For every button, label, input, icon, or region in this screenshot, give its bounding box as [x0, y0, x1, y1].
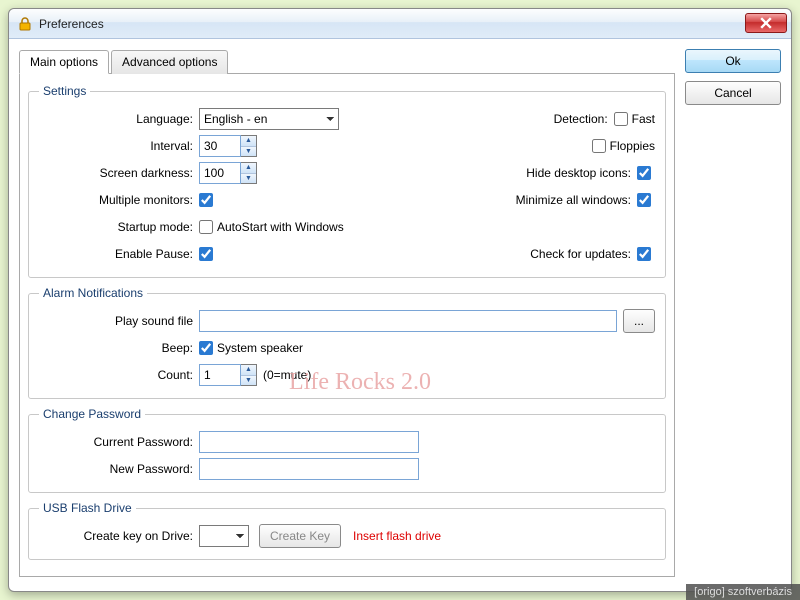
count-hint: (0=mute) [263, 368, 311, 382]
pause-checkbox[interactable] [199, 247, 213, 261]
beep-text: System speaker [217, 341, 303, 355]
dialog-body: Main options Advanced options Settings L… [9, 39, 791, 591]
detection-fast-checkbox[interactable] [614, 112, 628, 126]
language-select[interactable]: English - en [199, 108, 339, 130]
language-label: Language: [39, 112, 199, 126]
new-password-label: New Password: [39, 462, 199, 476]
window-title: Preferences [39, 17, 745, 31]
updates-label: Check for updates: [497, 247, 637, 261]
darkness-label: Screen darkness: [39, 166, 199, 180]
minimize-checkbox[interactable] [637, 193, 651, 207]
titlebar: Preferences [9, 9, 791, 39]
tab-panel-main: Settings Language: English - en Detectio… [19, 74, 675, 577]
beep-label: Beep: [39, 341, 199, 355]
interval-up[interactable]: ▲ [241, 136, 256, 147]
count-down[interactable]: ▼ [241, 376, 256, 386]
detection-floppies-text: Floppies [610, 139, 655, 153]
darkness-down[interactable]: ▼ [241, 174, 256, 184]
playsound-label: Play sound file [39, 314, 199, 328]
drive-select[interactable] [199, 525, 249, 547]
group-usb: USB Flash Drive Create key on Drive: Cre… [28, 501, 666, 560]
cancel-button[interactable]: Cancel [685, 81, 781, 105]
right-column: Ok Cancel [685, 49, 781, 581]
count-label: Count: [39, 368, 199, 382]
interval-spinner[interactable]: ▲▼ [199, 135, 257, 157]
pause-label: Enable Pause: [39, 247, 199, 261]
darkness-spinner[interactable]: ▲▼ [199, 162, 257, 184]
detection-fast-text: Fast [632, 112, 655, 126]
multimon-checkbox[interactable] [199, 193, 213, 207]
insert-drive-text: Insert flash drive [353, 529, 441, 543]
beep-checkbox[interactable] [199, 341, 213, 355]
group-settings: Settings Language: English - en Detectio… [28, 84, 666, 278]
darkness-input[interactable] [199, 162, 241, 184]
tab-main-options[interactable]: Main options [19, 50, 109, 74]
group-alarm-legend: Alarm Notifications [39, 286, 147, 300]
startup-text: AutoStart with Windows [217, 220, 344, 234]
interval-label: Interval: [39, 139, 199, 153]
group-settings-legend: Settings [39, 84, 90, 98]
group-password: Change Password Current Password: New Pa… [28, 407, 666, 493]
multimon-label: Multiple monitors: [39, 193, 199, 207]
interval-input[interactable] [199, 135, 241, 157]
lock-icon [17, 16, 33, 32]
minimize-label: Minimize all windows: [497, 193, 637, 207]
current-password-input[interactable] [199, 431, 419, 453]
detection-label: Detection: [474, 112, 614, 126]
create-on-drive-label: Create key on Drive: [39, 529, 199, 543]
group-usb-legend: USB Flash Drive [39, 501, 136, 515]
count-up[interactable]: ▲ [241, 365, 256, 376]
current-password-label: Current Password: [39, 435, 199, 449]
startup-label: Startup mode: [39, 220, 199, 234]
close-icon [760, 17, 772, 29]
new-password-input[interactable] [199, 458, 419, 480]
detection-floppies-checkbox[interactable] [592, 139, 606, 153]
playsound-input[interactable] [199, 310, 617, 332]
left-column: Main options Advanced options Settings L… [19, 49, 675, 581]
group-alarm: Alarm Notifications Play sound file ... … [28, 286, 666, 399]
darkness-up[interactable]: ▲ [241, 163, 256, 174]
count-input[interactable] [199, 364, 241, 386]
create-key-button[interactable]: Create Key [259, 524, 341, 548]
hide-icons-checkbox[interactable] [637, 166, 651, 180]
hide-icons-label: Hide desktop icons: [497, 166, 637, 180]
tab-advanced-options[interactable]: Advanced options [111, 50, 228, 74]
tabstrip: Main options Advanced options [19, 49, 675, 74]
close-button[interactable] [745, 13, 787, 33]
group-password-legend: Change Password [39, 407, 145, 421]
startup-checkbox[interactable] [199, 220, 213, 234]
interval-down[interactable]: ▼ [241, 147, 256, 157]
count-spinner[interactable]: ▲▼ [199, 364, 257, 386]
browse-sound-button[interactable]: ... [623, 309, 655, 333]
preferences-window: Preferences Main options Advanced option… [8, 8, 792, 592]
ok-button[interactable]: Ok [685, 49, 781, 73]
updates-checkbox[interactable] [637, 247, 651, 261]
footer-badge: [origo] szoftverbázis [686, 584, 800, 600]
